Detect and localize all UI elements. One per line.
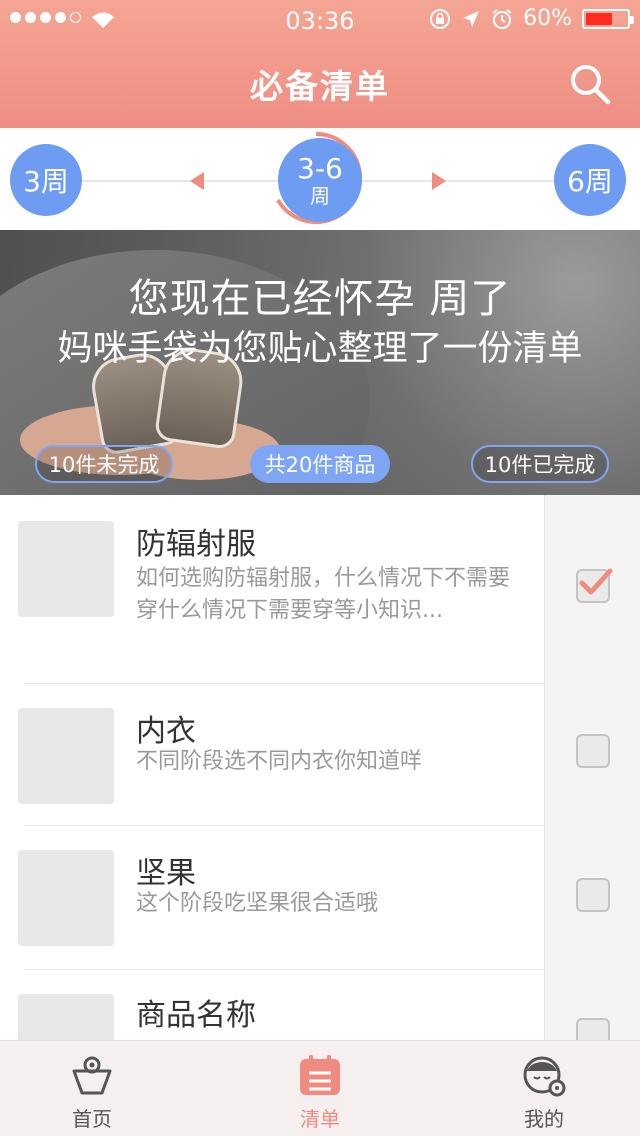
- prev-arrow-icon[interactable]: [190, 172, 204, 190]
- week-line-right: [362, 180, 562, 182]
- item-description: 如何选购防辐射服，什么情况下不需要穿什么情况下需要穿等小知识...: [136, 566, 511, 623]
- completed-badge[interactable]: 10件已完成: [471, 445, 609, 483]
- item-name: 防辐射服: [136, 527, 256, 562]
- header: 03:36 60% 必备清单: [0, 0, 640, 128]
- item-name: 坚果: [136, 856, 196, 891]
- tab-list-label: 清单: [300, 1107, 340, 1131]
- item-thumbnail: [18, 994, 114, 1040]
- item-name: 商品名称: [136, 998, 256, 1033]
- orientation-lock-icon: [430, 8, 451, 29]
- week-line-left: [80, 180, 280, 182]
- total-badge: 共20件商品: [250, 445, 390, 483]
- uncompleted-badge[interactable]: 10件未完成: [35, 445, 173, 483]
- alarm-icon: [492, 8, 512, 29]
- banner-headline: 您现在已经怀孕 周了: [128, 276, 512, 322]
- profile-icon: [523, 1056, 566, 1097]
- checkmark-icon: [579, 568, 613, 595]
- week-current-unit: 周: [310, 183, 330, 208]
- list-item[interactable]: 防辐射服 如何选购防辐射服，什么情况下不需要穿什么情况下需要穿等小知识...: [0, 495, 640, 684]
- tab-home[interactable]: 首页: [12, 1041, 172, 1136]
- status-bar: 03:36 60%: [0, 0, 640, 40]
- week-current-range: 3-6: [297, 151, 343, 185]
- item-checkbox[interactable]: [576, 878, 610, 912]
- item-description: 不同阶段选不同内衣你知道咩: [136, 749, 423, 774]
- tab-home-label: 首页: [72, 1107, 112, 1131]
- battery-percent: 60%: [523, 6, 572, 31]
- banner: 您现在已经怀孕 周了 妈咪手袋为您贴心整理了一份清单 10件未完成 共20件商品…: [0, 230, 640, 495]
- week-prev-button[interactable]: 3周: [10, 144, 82, 216]
- item-thumbnail: [18, 521, 114, 617]
- week-current[interactable]: 3-6 周: [278, 138, 362, 222]
- banner-subline: 妈咪手袋为您贴心整理了一份清单: [57, 329, 583, 369]
- location-arrow-icon: [463, 10, 480, 27]
- list-icon: [300, 1055, 340, 1095]
- checklist: 防辐射服 如何选购防辐射服，什么情况下不需要穿什么情况下需要穿等小知识... 内…: [0, 495, 640, 1040]
- tab-bar: 首页 清单 我的: [0, 1040, 640, 1136]
- list-item[interactable]: 内衣 不同阶段选不同内衣你知道咩: [0, 684, 640, 826]
- home-bag-icon: [72, 1056, 112, 1095]
- tab-profile[interactable]: 我的: [464, 1041, 624, 1136]
- week-selector: 3周 3-6 周 6周: [0, 128, 640, 230]
- item-checkbox[interactable]: [576, 1018, 610, 1040]
- page-title: 必备清单: [250, 67, 390, 106]
- tab-list[interactable]: 清单: [240, 1041, 400, 1136]
- item-name: 内衣: [136, 714, 196, 749]
- battery-icon: [582, 8, 634, 29]
- item-description: 这个阶段吃坚果很合适哦: [136, 891, 379, 916]
- item-checkbox[interactable]: [576, 568, 613, 603]
- item-checkbox[interactable]: [576, 734, 610, 768]
- tab-profile-label: 我的: [524, 1107, 564, 1131]
- list-item[interactable]: 商品名称: [0, 970, 640, 1040]
- item-thumbnail: [18, 708, 114, 804]
- list-item[interactable]: 坚果 这个阶段吃坚果很合适哦: [0, 826, 640, 970]
- item-thumbnail: [18, 850, 114, 946]
- next-arrow-icon[interactable]: [432, 172, 446, 190]
- week-next-button[interactable]: 6周: [554, 144, 626, 216]
- search-icon[interactable]: [568, 62, 612, 106]
